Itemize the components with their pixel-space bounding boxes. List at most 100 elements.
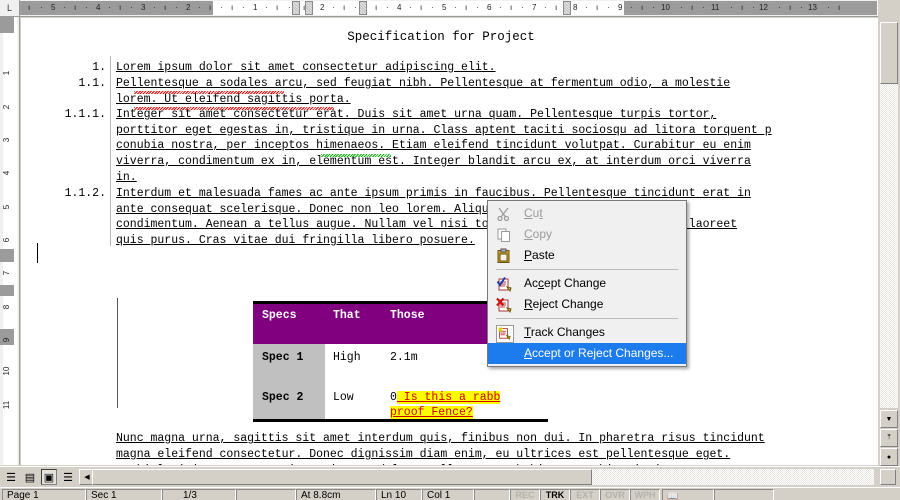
horizontal-ruler-ticks: ı· 5· ı· 4· ı· 3· ı· 2· ı· ı· 1· ı· ı 2·… bbox=[28, 3, 841, 12]
status-toggle-ovr[interactable]: OVR bbox=[600, 489, 630, 500]
menu-item-label: Reject Change bbox=[524, 297, 604, 311]
copy-icon bbox=[496, 227, 512, 243]
table-cell-that[interactable]: Low bbox=[333, 391, 354, 404]
vruler-num-6: 6 bbox=[2, 237, 11, 243]
ruler-corner-tabstop-button[interactable]: L bbox=[0, 0, 20, 16]
vruler-num-3: 3 bbox=[2, 137, 11, 143]
status-page[interactable]: Page 1 bbox=[2, 489, 86, 500]
left-indent-marker[interactable] bbox=[305, 1, 313, 15]
menu-item-accept-change[interactable]: Accept Change Accept Change bbox=[488, 273, 686, 294]
status-spacer bbox=[474, 489, 510, 500]
text-caret bbox=[37, 243, 38, 263]
status-toggle-rec[interactable]: REC bbox=[510, 489, 540, 500]
change-bar-table bbox=[117, 298, 118, 408]
track-changes-icon bbox=[496, 325, 514, 343]
tracked-insertion-wrap[interactable]: proof Fence? bbox=[390, 406, 473, 419]
trailing-paragraph-line-3[interactable]: Morbi lacinia est et turpis maximus soda… bbox=[116, 463, 876, 465]
menu-item-copy[interactable]: Copy Copy bbox=[488, 224, 686, 245]
horizontal-ruler-strip[interactable]: ı· 5· ı· 4· ı· 3· ı· 2· ı· ı· 1· ı· ı 2·… bbox=[20, 1, 878, 15]
vruler-num-4: 4 bbox=[2, 170, 11, 176]
status-column[interactable]: Col 1 bbox=[422, 489, 474, 500]
paragraph-1-1-1-line-4[interactable]: viverra, condimentum ex in, elementum es… bbox=[116, 154, 876, 170]
vruler-num-9: 9 bbox=[2, 337, 11, 343]
vruler-num-1: 1 bbox=[2, 70, 11, 76]
navigation-button[interactable]: ● bbox=[880, 448, 898, 466]
status-toggle-wph[interactable]: WPH bbox=[630, 489, 660, 500]
context-menu[interactable]: Cut Cut Copy Copy Paste Paste bbox=[487, 200, 687, 367]
table-header-those: Those bbox=[390, 309, 425, 322]
table-cell-those[interactable]: 2.1m bbox=[390, 351, 418, 364]
table-row[interactable]: Spec 2 Low 0 Is this a rabb proof Fence? bbox=[253, 377, 548, 419]
table-header-that: That bbox=[333, 309, 361, 322]
triangle-left-icon: ◀ bbox=[84, 474, 90, 481]
menu-item-cut[interactable]: Cut Cut bbox=[488, 203, 686, 224]
menu-item-label: Copy bbox=[524, 227, 553, 241]
first-line-indent-marker[interactable] bbox=[292, 1, 300, 15]
table-cell-spec-label[interactable]: Spec 1 bbox=[253, 344, 325, 377]
status-position[interactable]: At 8.8cm bbox=[296, 489, 376, 500]
scroll-down-button[interactable]: ▼ bbox=[880, 410, 898, 428]
status-page-count[interactable]: 1/3 bbox=[162, 489, 236, 500]
list-number-1-1-2: 1.1.2. bbox=[64, 187, 106, 200]
status-toggle-trk[interactable]: TRK bbox=[540, 489, 570, 500]
change-bar-top bbox=[110, 56, 111, 246]
menu-separator bbox=[496, 269, 678, 270]
table-cell-original-value: 0 bbox=[390, 391, 397, 404]
list-number-1: 1. bbox=[92, 61, 106, 74]
page-1[interactable]: Specification for Project 1. Lorem ipsum… bbox=[21, 18, 878, 465]
web-layout-icon: ▤ bbox=[24, 471, 36, 484]
accept-change-icon bbox=[496, 276, 512, 293]
menu-separator bbox=[496, 318, 678, 319]
status-section[interactable]: Sec 1 bbox=[86, 489, 162, 500]
table-cell-that[interactable]: High bbox=[333, 351, 361, 364]
tracked-insertion-line-1: Is this a rabb bbox=[396, 391, 501, 404]
status-bar: Page 1 Sec 1 1/3 At 8.8cm Ln 10 Col 1 RE… bbox=[0, 487, 900, 500]
web-layout-button[interactable]: ▤ bbox=[22, 469, 38, 485]
trailing-paragraph-line-1[interactable]: Nunc magna urna, sagittis sit amet inter… bbox=[116, 431, 876, 447]
print-layout-button[interactable]: ▣ bbox=[41, 469, 57, 485]
vruler-num-11: 11 bbox=[2, 400, 11, 410]
list-number-1-1: 1.1. bbox=[78, 77, 106, 90]
document-canvas[interactable]: Specification for Project 1. Lorem ipsum… bbox=[21, 18, 878, 465]
menu-item-paste[interactable]: Paste Paste bbox=[488, 245, 686, 266]
vertical-scrollbar-thumb[interactable] bbox=[880, 22, 898, 84]
paragraph-1-1-line-2[interactable]: lorem. Ut eleifend sagittis porta. bbox=[116, 92, 876, 108]
paragraph-1-1-1-line-5[interactable]: in. bbox=[116, 170, 876, 186]
table-header-specs: Specs bbox=[262, 309, 297, 322]
trailing-paragraph-line-2[interactable]: magna eleifend consectetur. Donec dignis… bbox=[116, 447, 876, 463]
vruler-num-7: 7 bbox=[2, 270, 11, 276]
menu-item-accept-or-reject-changes[interactable]: Accept or Reject Changes... Accept or Re… bbox=[488, 343, 686, 364]
table-cell-text: Spec 1 bbox=[262, 351, 304, 364]
status-line[interactable]: Ln 10 bbox=[376, 489, 422, 500]
spellcheck-book-icon: 📖 bbox=[667, 491, 679, 500]
table-cell-text: Spec 2 bbox=[262, 391, 304, 404]
status-spellcheck[interactable]: 📖 bbox=[662, 489, 714, 500]
normal-view-icon: ☰ bbox=[6, 471, 16, 484]
vruler-num-5: 5 bbox=[2, 204, 11, 210]
tab-stop-marker[interactable] bbox=[359, 1, 367, 15]
horizontal-ruler[interactable]: L ı· 5· ı· 4· ı· 3· ı· 2· ı· ı· 1· ı· ı … bbox=[0, 0, 900, 17]
horizontal-scrollbar-thumb[interactable] bbox=[92, 469, 592, 485]
outline-view-button[interactable]: ☰ bbox=[60, 469, 76, 485]
bottom-toolbar[interactable]: ☰ ▤ ▣ ☰ ◀ bbox=[0, 466, 900, 486]
paragraph-1-1-1-line-3[interactable]: conubia nostra, per inceptos himenaeos. … bbox=[116, 138, 876, 154]
paragraph-1-line-1[interactable]: Lorem ipsum dolor sit amet consectetur a… bbox=[116, 60, 876, 76]
vertical-ruler[interactable]: 1 2 3 4 5 6 7 8 9 10 11 bbox=[0, 17, 20, 465]
previous-page-button[interactable]: ⤒ bbox=[880, 429, 898, 447]
paragraph-1-1-line-1[interactable]: Pellentesque a sodales arcu, sed feugiat… bbox=[116, 76, 876, 92]
status-toggle-ext[interactable]: EXT bbox=[570, 489, 600, 500]
right-indent-marker[interactable] bbox=[563, 1, 571, 15]
scroll-right-button[interactable] bbox=[880, 469, 896, 485]
table-cell-spec-label[interactable]: Spec 2 bbox=[253, 377, 325, 419]
menu-item-reject-change[interactable]: Reject Change Reject Change bbox=[488, 294, 686, 315]
status-zoom-slot[interactable] bbox=[236, 489, 296, 500]
table-cell-those[interactable]: 0 Is this a rabb bbox=[390, 391, 501, 404]
clipboard-paste-icon bbox=[496, 248, 512, 264]
menu-item-track-changes[interactable]: Track Changes Track Changes bbox=[488, 322, 686, 343]
normal-view-button[interactable]: ☰ bbox=[3, 469, 19, 485]
paragraph-1-1-1-line-2[interactable]: porttitor eget egestas in, tristique in … bbox=[116, 123, 876, 139]
status-modified[interactable] bbox=[714, 489, 774, 500]
vruler-top-margin bbox=[0, 17, 14, 33]
reject-change-icon bbox=[496, 297, 512, 314]
vertical-scrollbar[interactable]: ▼ ⤒ ● ⤓ bbox=[878, 0, 900, 485]
